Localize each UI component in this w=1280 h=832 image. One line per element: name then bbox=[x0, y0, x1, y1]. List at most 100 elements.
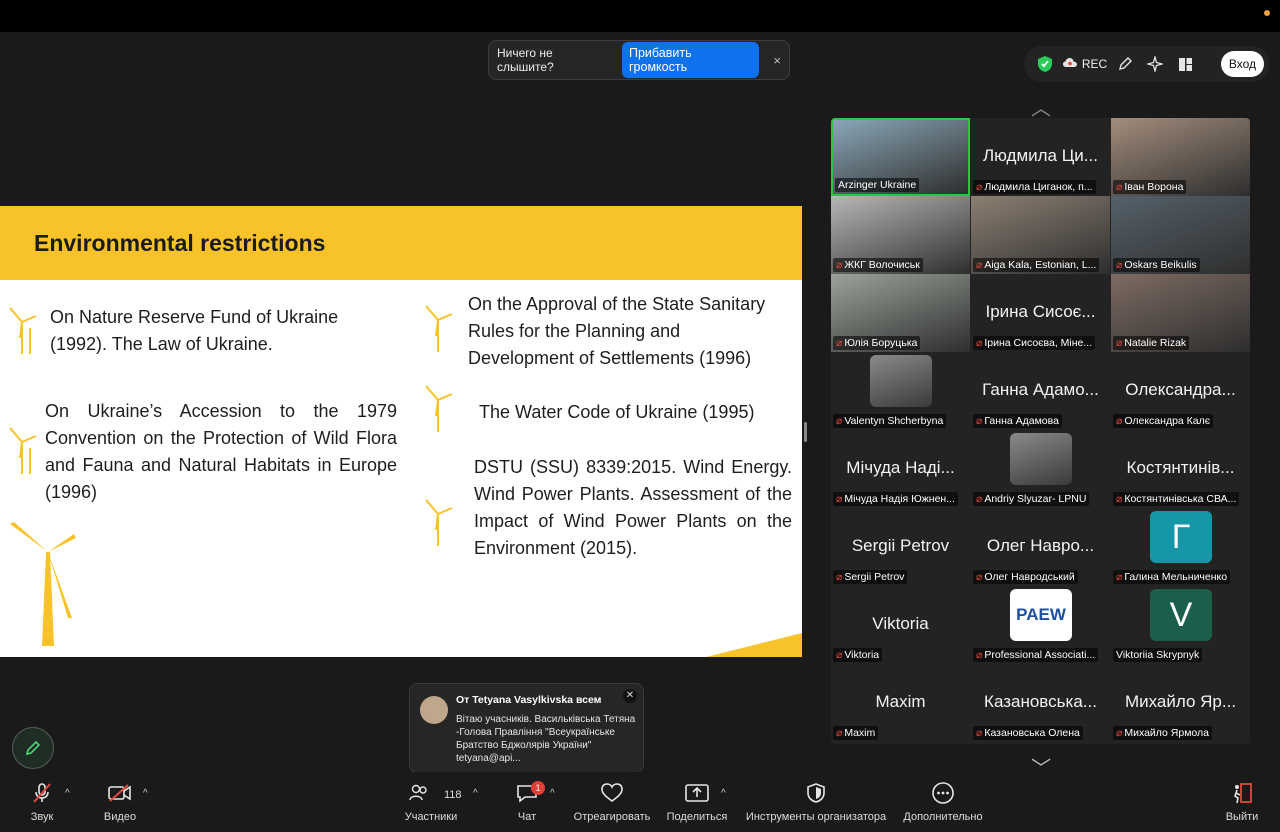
participant-tile[interactable]: ⌀ Natalie Rizak bbox=[1111, 274, 1250, 352]
shield-icon[interactable] bbox=[1030, 49, 1060, 79]
slide-item-1: On Nature Reserve Fund of Ukraine (1992)… bbox=[50, 307, 339, 354]
video-off-icon bbox=[108, 780, 132, 806]
muted-mic-icon: ⌀ bbox=[976, 493, 983, 505]
participant-name: Юлія Боруцька bbox=[844, 337, 918, 349]
chat-notification[interactable]: От Tetyana Vasylkivska всем Вітаю учасни… bbox=[409, 683, 644, 773]
participant-tile[interactable]: Мічуда Наді... ⌀ Мічуда Надія Южнен... bbox=[831, 430, 970, 508]
participant-tile[interactable]: Олександра... ⌀ Олександра Калє bbox=[1111, 352, 1250, 430]
wind-turbine-icon bbox=[425, 385, 453, 432]
video-options-chevron-icon[interactable]: ^ bbox=[143, 788, 148, 799]
slide-corner-accent bbox=[706, 633, 802, 657]
participants-label: Участники bbox=[404, 811, 458, 823]
more-button[interactable]: Дополнительно bbox=[902, 780, 984, 823]
participant-tile[interactable]: Maxim ⌀ Maxim bbox=[831, 664, 970, 742]
increase-volume-button[interactable]: Прибавить громкость bbox=[622, 42, 760, 78]
participants-options-chevron-icon[interactable]: ^ bbox=[473, 788, 478, 799]
participant-name-label: ⌀ Aiga Kala, Estonian, L... bbox=[973, 258, 1100, 272]
participant-tile[interactable]: Ганна Адамо... ⌀ Ганна Адамова bbox=[971, 352, 1110, 430]
participant-name: Ірина Сисоєва, Міне... bbox=[984, 337, 1093, 349]
audio-button[interactable]: Звук bbox=[24, 780, 60, 823]
status-dot bbox=[1264, 10, 1270, 16]
participant-tile[interactable]: ⌀ Іван Ворона bbox=[1111, 118, 1250, 196]
muted-mic-icon: ⌀ bbox=[1116, 727, 1123, 739]
participant-tile[interactable]: Arzinger Ukraine bbox=[831, 118, 970, 196]
share-screen-button[interactable]: Поделиться bbox=[666, 780, 728, 823]
participant-name-label: ⌀ Oskars Beikulis bbox=[1113, 258, 1200, 272]
leave-button[interactable]: Выйти bbox=[1224, 780, 1260, 823]
participant-name-label: ⌀ Галина Мельниченко bbox=[1113, 570, 1231, 584]
participant-name: Oskars Beikulis bbox=[1124, 259, 1197, 271]
participant-name: Ганна Адамова bbox=[984, 415, 1059, 427]
participant-name-label: Viktoriia Skrypnyk bbox=[1113, 648, 1203, 662]
participant-tile[interactable]: Ірина Сисоє... ⌀ Ірина Сисоєва, Міне... bbox=[971, 274, 1110, 352]
large-wind-turbine-icon bbox=[10, 522, 76, 646]
participant-tile[interactable]: ⌀ Andriy Slyuzar- LPNU bbox=[971, 430, 1110, 508]
host-tools-button[interactable]: Инструменты организатора bbox=[743, 780, 889, 823]
participant-tile[interactable]: Костянтинів... ⌀ Костянтинівська СВА... bbox=[1111, 430, 1250, 508]
participant-tile[interactable]: V Viktoriia Skrypnyk bbox=[1111, 586, 1250, 664]
participant-tile[interactable]: Казановська... ⌀ Казановська Олена bbox=[971, 664, 1110, 742]
cloud-icon bbox=[1062, 57, 1077, 71]
muted-mic-icon: ⌀ bbox=[1116, 415, 1123, 427]
share-options-chevron-icon[interactable]: ^ bbox=[721, 788, 726, 799]
window-titlebar bbox=[0, 0, 1280, 32]
wind-turbine-icon bbox=[425, 305, 453, 352]
panel-resize-handle[interactable] bbox=[804, 422, 807, 442]
participant-name: Іван Ворона bbox=[1124, 181, 1184, 193]
participant-display-name: Людмила Ци... bbox=[983, 146, 1098, 165]
edit-pencil-icon[interactable] bbox=[12, 727, 54, 769]
ai-companion-icon[interactable] bbox=[1140, 49, 1170, 79]
participant-tile[interactable]: Олег Навро... ⌀ Олег Навродський bbox=[971, 508, 1110, 586]
layout-view-icon[interactable] bbox=[1170, 49, 1200, 79]
participant-tile[interactable]: Людмила Ци... ⌀ Людмила Циганок, п... bbox=[971, 118, 1110, 196]
avatar: V bbox=[1150, 589, 1212, 641]
participant-tile[interactable]: Sergii Petrov ⌀ Sergii Petrov bbox=[831, 508, 970, 586]
top-right-controls: REC Вход bbox=[1024, 46, 1270, 82]
participant-name: Arzinger Ukraine bbox=[838, 179, 917, 191]
muted-mic-icon: ⌀ bbox=[1116, 571, 1123, 583]
participant-tile[interactable]: ⌀ ЖКГ Волочиськ bbox=[831, 196, 970, 274]
chevron-up-icon[interactable]: ︿ bbox=[1026, 92, 1056, 120]
more-dots-icon bbox=[932, 780, 954, 806]
participant-tile[interactable]: ⌀ Oskars Beikulis bbox=[1111, 196, 1250, 274]
participants-button[interactable]: Участники bbox=[403, 780, 459, 823]
participant-name: Viktoria bbox=[844, 649, 880, 661]
participant-display-name: Олександра... bbox=[1125, 380, 1236, 399]
recording-indicator[interactable]: REC bbox=[1060, 57, 1110, 71]
leave-door-icon bbox=[1231, 780, 1253, 806]
video-button[interactable]: Видео bbox=[102, 780, 138, 823]
meeting-toolbar: Звук ^ Видео ^ Участники 118 ^ Чат ^ Отр… bbox=[0, 772, 1280, 832]
slide-item-2: On Ukraine’s Accession to the 1979 Conve… bbox=[45, 401, 397, 502]
participant-tile[interactable]: Михайло Яр... ⌀ Михайло Ярмола bbox=[1111, 664, 1250, 742]
chat-options-chevron-icon[interactable]: ^ bbox=[550, 788, 555, 799]
leave-label: Выйти bbox=[1225, 811, 1259, 823]
participant-display-name: Мічуда Наді... bbox=[846, 458, 955, 477]
audio-options-chevron-icon[interactable]: ^ bbox=[65, 788, 70, 799]
muted-mic-icon: ⌀ bbox=[976, 181, 983, 193]
participant-tile[interactable]: ⌀ Valentyn Shcherbyna bbox=[831, 352, 970, 430]
participant-tile[interactable]: Viktoria ⌀ Viktoria bbox=[831, 586, 970, 664]
slide-item-3: On the Approval of the State Sanitary Ru… bbox=[468, 294, 766, 368]
participant-tile[interactable]: ⌀ Юлія Боруцька bbox=[831, 274, 970, 352]
close-banner-icon[interactable]: × bbox=[773, 53, 781, 68]
participant-name-label: ⌀ Іван Ворона bbox=[1113, 180, 1187, 194]
chat-message: Вітаю учасників. Васильківська Тетяна -Г… bbox=[456, 714, 636, 764]
participant-name: Людмила Циганок, п... bbox=[984, 181, 1093, 193]
close-icon[interactable]: ✕ bbox=[623, 689, 637, 703]
muted-mic-icon: ⌀ bbox=[976, 649, 983, 661]
participant-tile[interactable]: PAEW ⌀ Professional Associati... bbox=[971, 586, 1110, 664]
wind-turbine-icon bbox=[425, 499, 453, 546]
annotate-pen-icon[interactable] bbox=[1110, 49, 1140, 79]
participant-name-label: ⌀ Ганна Адамова bbox=[973, 414, 1062, 428]
muted-mic-icon: ⌀ bbox=[976, 259, 983, 271]
chevron-down-icon[interactable]: ﹀ bbox=[1026, 752, 1056, 780]
participant-tile[interactable]: Г ⌀ Галина Мельниченко bbox=[1111, 508, 1250, 586]
muted-mic-icon: ⌀ bbox=[836, 649, 843, 661]
audio-banner-text: Ничего не слышите? bbox=[497, 46, 554, 74]
react-button[interactable]: Отреагировать bbox=[572, 780, 652, 823]
login-button[interactable]: Вход bbox=[1220, 51, 1264, 77]
participant-tile[interactable]: ⌀ Aiga Kala, Estonian, L... bbox=[971, 196, 1110, 274]
muted-mic-icon: ⌀ bbox=[836, 727, 843, 739]
participant-name-label: ⌀ Maxim bbox=[833, 726, 879, 740]
muted-mic-icon: ⌀ bbox=[976, 415, 983, 427]
